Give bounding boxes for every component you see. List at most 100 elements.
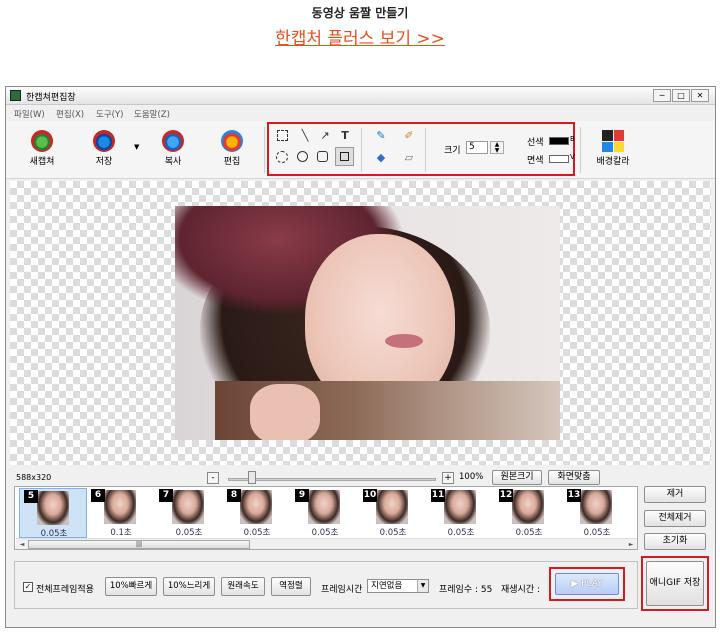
frame-time-label: 프레임시간 [321,585,363,595]
arrow-icon[interactable]: ↗ [317,128,333,144]
ellipse-icon[interactable] [297,151,308,162]
title-bar: 한캡쳐편집창 ─ □ ✕ [6,87,715,105]
line-color-label: 선색 [527,138,544,148]
apply-all-checkbox[interactable]: ✓ [23,582,33,592]
eraser-icon[interactable]: ▱ [401,150,417,166]
menu-file[interactable]: 파일(W) [14,108,45,120]
frame-item[interactable]: 8 0.05초 [223,488,291,538]
frame-duration: 0.05초 [379,528,407,538]
frame-number: 9 [295,489,309,502]
line-color-key: B [570,135,575,143]
frame-item[interactable]: 13 0.05초 [563,488,631,538]
zoom-slider-thumb[interactable] [248,471,256,484]
frame-duration: 0.05초 [515,528,543,538]
fill-bucket-icon[interactable]: ◆ [373,150,389,166]
maximize-button[interactable]: □ [672,89,690,102]
close-button[interactable]: ✕ [691,89,709,102]
scroll-left-icon[interactable]: ◄ [17,540,27,549]
frame-duration: 0.1초 [110,528,132,538]
frame-time-value: 지연없음 [371,581,403,591]
remove-all-frames-button[interactable]: 전체제거 [644,510,706,527]
frame-number: 8 [227,489,241,502]
save-dropdown-icon[interactable]: ▼ [134,143,139,151]
faster-button[interactable]: 10%빠르게 [105,577,157,596]
frame-thumbnail [512,490,544,524]
rounded-rect-icon[interactable] [317,151,328,162]
new-capture-label: 새캡쳐 [29,157,55,167]
new-capture-button[interactable]: 새캡쳐 [20,127,64,173]
paint-icon [221,130,243,152]
frame-time-select[interactable]: 지연없음 ▼ [367,579,429,593]
menu-edit[interactable]: 편집(X) [56,108,84,120]
frame-item[interactable]: 5 0.05초 [19,488,87,539]
ellipse-select-icon[interactable] [276,151,288,163]
frame-scrollbar[interactable]: ◄ ||| ► [16,538,637,549]
editor-window: 한캡쳐편집창 ─ □ ✕ 파일(W) 편집(X) 도구(Y) 도움말(Z) 새캡… [5,86,716,628]
fit-screen-button[interactable]: 화면맞춤 [548,470,600,485]
image-dimensions: 588x320 [16,473,52,482]
save-gif-button[interactable]: 애니GIF 저장 [646,561,704,606]
save-button[interactable]: 저장 [82,127,126,173]
frame-duration: 0.05초 [583,528,611,538]
reset-button[interactable]: 초기화 [644,533,706,550]
frame-thumbnail [376,490,408,524]
slower-button[interactable]: 10%느리게 [163,577,215,596]
play-button[interactable]: ▶ PLAY [555,573,619,595]
remove-frame-button[interactable]: 제거 [644,486,706,503]
menu-tools[interactable]: 도구(Y) [96,108,123,120]
playback-panel: ✓ 전체프레임적용 10%빠르게 10%느리게 원래속도 역정렬 프레임시간 지… [14,561,638,609]
pencil-icon[interactable]: ✎ [373,128,389,144]
floppy-icon [93,130,115,152]
original-size-button[interactable]: 원본크기 [492,470,542,485]
tools-divider [425,128,426,172]
background-color-button[interactable]: 배경칼라 [588,127,638,173]
frame-number: 13 [567,489,581,502]
copy-button[interactable]: 복사 [151,127,195,173]
text-tool-icon[interactable]: T [337,128,353,144]
frame-duration: 0.05초 [311,528,339,538]
scroll-right-icon[interactable]: ► [626,540,636,549]
rect-select-icon[interactable] [277,130,288,141]
scrollbar-thumb[interactable]: ||| [28,540,250,549]
zoom-in-button[interactable]: + [442,472,454,484]
frame-thumbnail [104,490,136,524]
frame-duration: 0.05초 [243,528,271,538]
frame-number: 7 [159,489,173,502]
app-icon [10,90,21,101]
frame-item[interactable]: 12 0.05초 [495,488,563,538]
line-icon[interactable]: ╲ [297,128,313,144]
image-canvas[interactable] [10,181,711,465]
fill-color-key: V [570,153,575,161]
zoom-out-button[interactable]: - [207,472,219,484]
brush-icon[interactable]: ✐ [401,128,417,144]
frame-item[interactable]: 6 0.1초 [87,488,155,538]
frame-duration: 0.05초 [175,528,203,538]
original-speed-button[interactable]: 원래속도 [221,577,265,596]
chevron-down-icon: ▼ [417,580,428,592]
frame-item[interactable]: 11 0.05초 [427,488,495,538]
zoom-slider[interactable] [228,478,436,481]
menu-help[interactable]: 도움말(Z) [134,108,170,120]
reverse-button[interactable]: 역정렬 [271,577,311,596]
size-input[interactable]: 5 [466,141,488,154]
frame-number: 6 [91,489,105,502]
palette-icon [602,130,624,152]
camera-icon [31,130,53,152]
minimize-button[interactable]: ─ [653,89,671,102]
fill-color-swatch[interactable] [549,155,569,163]
rectangle-tool-button[interactable] [335,147,354,166]
menu-bar: 파일(W) 편집(X) 도구(Y) 도움말(Z) [6,106,715,121]
frame-strip: 5 0.05초 6 0.1초 7 0.05초 8 0.05초 9 0.05초 10 0.05초 11 0.… [14,486,638,550]
frame-item[interactable]: 9 0.05초 [291,488,359,538]
toolbar-divider [580,127,581,173]
drawing-tools-panel: ╲ ↗ T ✎ ✐ ◆ ▱ 크기 5 ▲ ▼ 선색 B 면색 V [267,122,575,176]
edit-button[interactable]: 편집 [210,127,254,173]
frame-duration: 0.05초 [447,528,475,538]
tools-divider [361,128,362,172]
frame-item[interactable]: 10 0.05초 [359,488,427,538]
hancapture-plus-link[interactable]: 한캡처 플러스 보기 >> [0,24,720,49]
line-color-swatch[interactable] [549,137,569,145]
size-stepper[interactable]: ▲ ▼ [490,141,504,154]
save-gif-highlight: 애니GIF 저장 [641,556,709,611]
frame-item[interactable]: 7 0.05초 [155,488,223,538]
